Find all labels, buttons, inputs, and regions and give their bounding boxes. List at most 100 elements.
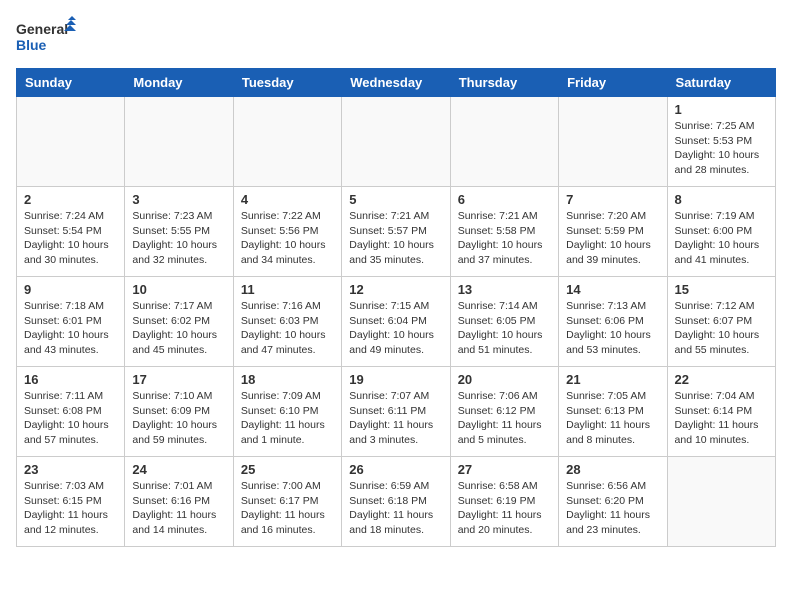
day-info: Sunrise: 7:04 AM Sunset: 6:14 PM Dayligh…: [675, 389, 768, 448]
day-info: Sunrise: 6:56 AM Sunset: 6:20 PM Dayligh…: [566, 479, 659, 538]
day-number: 25: [241, 462, 334, 477]
calendar-cell: 24 Sunrise: 7:01 AM Sunset: 6:16 PM Dayli…: [125, 457, 233, 547]
day-info: Sunrise: 7:20 AM Sunset: 5:59 PM Dayligh…: [566, 209, 659, 268]
day-info: Sunrise: 7:25 AM Sunset: 5:53 PM Dayligh…: [675, 119, 768, 178]
day-number: 24: [132, 462, 225, 477]
day-info: Sunrise: 7:06 AM Sunset: 6:12 PM Dayligh…: [458, 389, 551, 448]
day-info: Sunrise: 7:23 AM Sunset: 5:55 PM Dayligh…: [132, 209, 225, 268]
day-info: Sunrise: 7:21 AM Sunset: 5:57 PM Dayligh…: [349, 209, 442, 268]
day-number: 20: [458, 372, 551, 387]
day-number: 27: [458, 462, 551, 477]
calendar-cell: 5 Sunrise: 7:21 AM Sunset: 5:57 PM Daylig…: [342, 187, 450, 277]
calendar-cell: 8 Sunrise: 7:19 AM Sunset: 6:00 PM Daylig…: [667, 187, 775, 277]
day-info: Sunrise: 7:00 AM Sunset: 6:17 PM Dayligh…: [241, 479, 334, 538]
day-number: 28: [566, 462, 659, 477]
week-row-4: 16 Sunrise: 7:11 AM Sunset: 6:08 PM Dayli…: [17, 367, 776, 457]
day-number: 10: [132, 282, 225, 297]
weekday-header-monday: Monday: [125, 69, 233, 97]
week-row-2: 2 Sunrise: 7:24 AM Sunset: 5:54 PM Daylig…: [17, 187, 776, 277]
day-number: 16: [24, 372, 117, 387]
calendar-cell: 3 Sunrise: 7:23 AM Sunset: 5:55 PM Daylig…: [125, 187, 233, 277]
day-info: Sunrise: 7:24 AM Sunset: 5:54 PM Dayligh…: [24, 209, 117, 268]
svg-text:General: General: [16, 21, 68, 37]
page-header: General Blue: [16, 16, 776, 60]
calendar-cell: [233, 97, 341, 187]
weekday-header-tuesday: Tuesday: [233, 69, 341, 97]
weekday-header-row: SundayMondayTuesdayWednesdayThursdayFrid…: [17, 69, 776, 97]
calendar-cell: 2 Sunrise: 7:24 AM Sunset: 5:54 PM Daylig…: [17, 187, 125, 277]
day-number: 18: [241, 372, 334, 387]
day-number: 13: [458, 282, 551, 297]
calendar-cell: 23 Sunrise: 7:03 AM Sunset: 6:15 PM Dayli…: [17, 457, 125, 547]
day-number: 5: [349, 192, 442, 207]
day-info: Sunrise: 7:12 AM Sunset: 6:07 PM Dayligh…: [675, 299, 768, 358]
day-info: Sunrise: 7:09 AM Sunset: 6:10 PM Dayligh…: [241, 389, 334, 448]
day-info: Sunrise: 7:05 AM Sunset: 6:13 PM Dayligh…: [566, 389, 659, 448]
calendar-cell: [667, 457, 775, 547]
day-info: Sunrise: 7:11 AM Sunset: 6:08 PM Dayligh…: [24, 389, 117, 448]
day-info: Sunrise: 7:22 AM Sunset: 5:56 PM Dayligh…: [241, 209, 334, 268]
day-number: 19: [349, 372, 442, 387]
day-number: 23: [24, 462, 117, 477]
calendar-cell: 7 Sunrise: 7:20 AM Sunset: 5:59 PM Daylig…: [559, 187, 667, 277]
calendar-cell: 15 Sunrise: 7:12 AM Sunset: 6:07 PM Dayli…: [667, 277, 775, 367]
day-number: 2: [24, 192, 117, 207]
calendar-cell: 19 Sunrise: 7:07 AM Sunset: 6:11 PM Dayli…: [342, 367, 450, 457]
day-info: Sunrise: 6:59 AM Sunset: 6:18 PM Dayligh…: [349, 479, 442, 538]
calendar-cell: 4 Sunrise: 7:22 AM Sunset: 5:56 PM Daylig…: [233, 187, 341, 277]
day-info: Sunrise: 7:03 AM Sunset: 6:15 PM Dayligh…: [24, 479, 117, 538]
day-number: 22: [675, 372, 768, 387]
calendar-cell: 12Sunrise: 7:15 AM Sunset: 6:04 PM Dayli…: [342, 277, 450, 367]
calendar-cell: [559, 97, 667, 187]
logo-svg: General Blue: [16, 16, 76, 60]
day-info: Sunrise: 7:07 AM Sunset: 6:11 PM Dayligh…: [349, 389, 442, 448]
day-info: Sunrise: 7:13 AM Sunset: 6:06 PM Dayligh…: [566, 299, 659, 358]
calendar-cell: 17 Sunrise: 7:10 AM Sunset: 6:09 PM Dayli…: [125, 367, 233, 457]
day-number: 17: [132, 372, 225, 387]
weekday-header-saturday: Saturday: [667, 69, 775, 97]
calendar-cell: 10 Sunrise: 7:17 AM Sunset: 6:02 PM Dayli…: [125, 277, 233, 367]
day-number: 21: [566, 372, 659, 387]
day-number: 4: [241, 192, 334, 207]
day-number: 26: [349, 462, 442, 477]
day-info: Sunrise: 7:01 AM Sunset: 6:16 PM Dayligh…: [132, 479, 225, 538]
weekday-header-thursday: Thursday: [450, 69, 558, 97]
day-number: 3: [132, 192, 225, 207]
calendar-cell: 27 Sunrise: 6:58 AM Sunset: 6:19 PM Dayli…: [450, 457, 558, 547]
calendar-cell: 26 Sunrise: 6:59 AM Sunset: 6:18 PM Dayli…: [342, 457, 450, 547]
day-info: Sunrise: 7:10 AM Sunset: 6:09 PM Dayligh…: [132, 389, 225, 448]
calendar-cell: 6Sunrise: 7:21 AM Sunset: 5:58 PM Daylig…: [450, 187, 558, 277]
day-info: Sunrise: 7:16 AM Sunset: 6:03 PM Dayligh…: [241, 299, 334, 358]
weekday-header-sunday: Sunday: [17, 69, 125, 97]
day-info: Sunrise: 6:58 AM Sunset: 6:19 PM Dayligh…: [458, 479, 551, 538]
calendar-cell: [125, 97, 233, 187]
day-number: 6: [458, 192, 551, 207]
calendar-cell: 21 Sunrise: 7:05 AM Sunset: 6:13 PM Dayli…: [559, 367, 667, 457]
calendar-table: SundayMondayTuesdayWednesdayThursdayFrid…: [16, 68, 776, 547]
calendar-cell: [342, 97, 450, 187]
day-number: 8: [675, 192, 768, 207]
day-number: 7: [566, 192, 659, 207]
day-number: 15: [675, 282, 768, 297]
calendar-cell: 9Sunrise: 7:18 AM Sunset: 6:01 PM Daylig…: [17, 277, 125, 367]
calendar-cell: 16 Sunrise: 7:11 AM Sunset: 6:08 PM Dayli…: [17, 367, 125, 457]
week-row-5: 23 Sunrise: 7:03 AM Sunset: 6:15 PM Dayli…: [17, 457, 776, 547]
calendar-cell: 14 Sunrise: 7:13 AM Sunset: 6:06 PM Dayli…: [559, 277, 667, 367]
day-info: Sunrise: 7:15 AM Sunset: 6:04 PM Dayligh…: [349, 299, 442, 358]
weekday-header-wednesday: Wednesday: [342, 69, 450, 97]
day-info: Sunrise: 7:14 AM Sunset: 6:05 PM Dayligh…: [458, 299, 551, 358]
svg-text:Blue: Blue: [16, 37, 47, 53]
day-number: 14: [566, 282, 659, 297]
day-info: Sunrise: 7:19 AM Sunset: 6:00 PM Dayligh…: [675, 209, 768, 268]
day-info: Sunrise: 7:17 AM Sunset: 6:02 PM Dayligh…: [132, 299, 225, 358]
calendar-cell: 18 Sunrise: 7:09 AM Sunset: 6:10 PM Dayli…: [233, 367, 341, 457]
day-number: 11: [241, 282, 334, 297]
calendar-cell: 25 Sunrise: 7:00 AM Sunset: 6:17 PM Dayli…: [233, 457, 341, 547]
calendar-cell: [17, 97, 125, 187]
week-row-3: 9Sunrise: 7:18 AM Sunset: 6:01 PM Daylig…: [17, 277, 776, 367]
calendar-cell: 28 Sunrise: 6:56 AM Sunset: 6:20 PM Dayli…: [559, 457, 667, 547]
calendar-cell: 22 Sunrise: 7:04 AM Sunset: 6:14 PM Dayli…: [667, 367, 775, 457]
calendar-cell: 11 Sunrise: 7:16 AM Sunset: 6:03 PM Dayli…: [233, 277, 341, 367]
calendar-cell: 20 Sunrise: 7:06 AM Sunset: 6:12 PM Dayli…: [450, 367, 558, 457]
calendar-cell: 1Sunrise: 7:25 AM Sunset: 5:53 PM Daylig…: [667, 97, 775, 187]
